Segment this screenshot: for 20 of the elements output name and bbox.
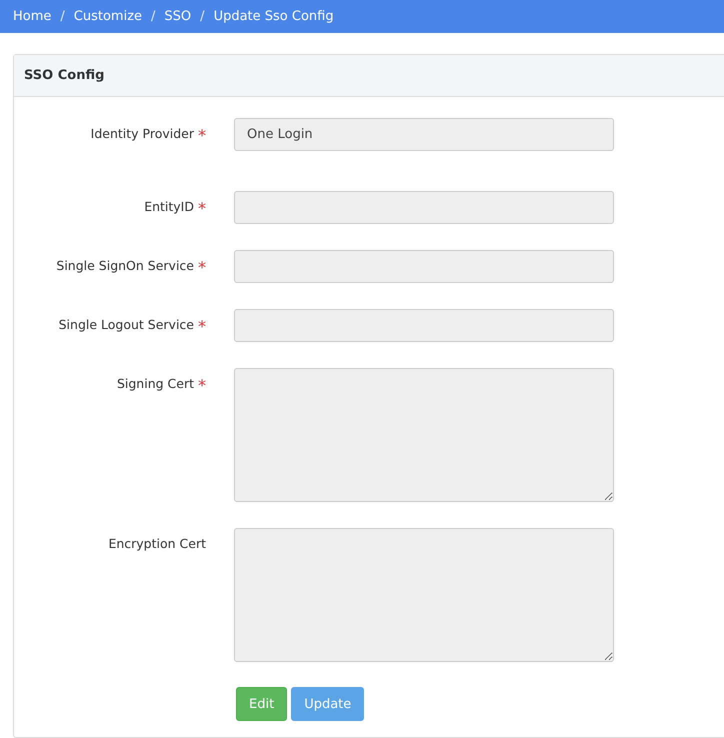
required-asterisk: * [198,376,206,395]
breadcrumb-separator: / [200,9,205,24]
field-label: Signing Cert [116,376,194,393]
breadcrumb-link[interactable]: Update Sso Config [214,9,334,24]
breadcrumb-link[interactable]: SSO [164,9,192,24]
breadcrumb-link[interactable]: Customize [74,9,142,24]
breadcrumb-separator: / [151,9,156,24]
field-label: Single SignOn Service [56,258,194,275]
breadcrumb-separator: / [60,9,65,24]
required-asterisk: * [198,258,206,277]
required-asterisk: * [198,317,206,336]
field-label: Single Logout Service [58,317,194,334]
field-label: Encryption Cert [108,536,206,551]
field-label: Identity Provider [90,126,194,143]
required-asterisk: * [198,126,206,145]
panel-title: SSO Config [24,68,104,83]
required-asterisk: * [198,199,206,218]
breadcrumb-link[interactable]: Home [13,9,52,24]
field-label: EntityID [144,199,194,216]
edit-button[interactable]: Edit [236,687,288,721]
